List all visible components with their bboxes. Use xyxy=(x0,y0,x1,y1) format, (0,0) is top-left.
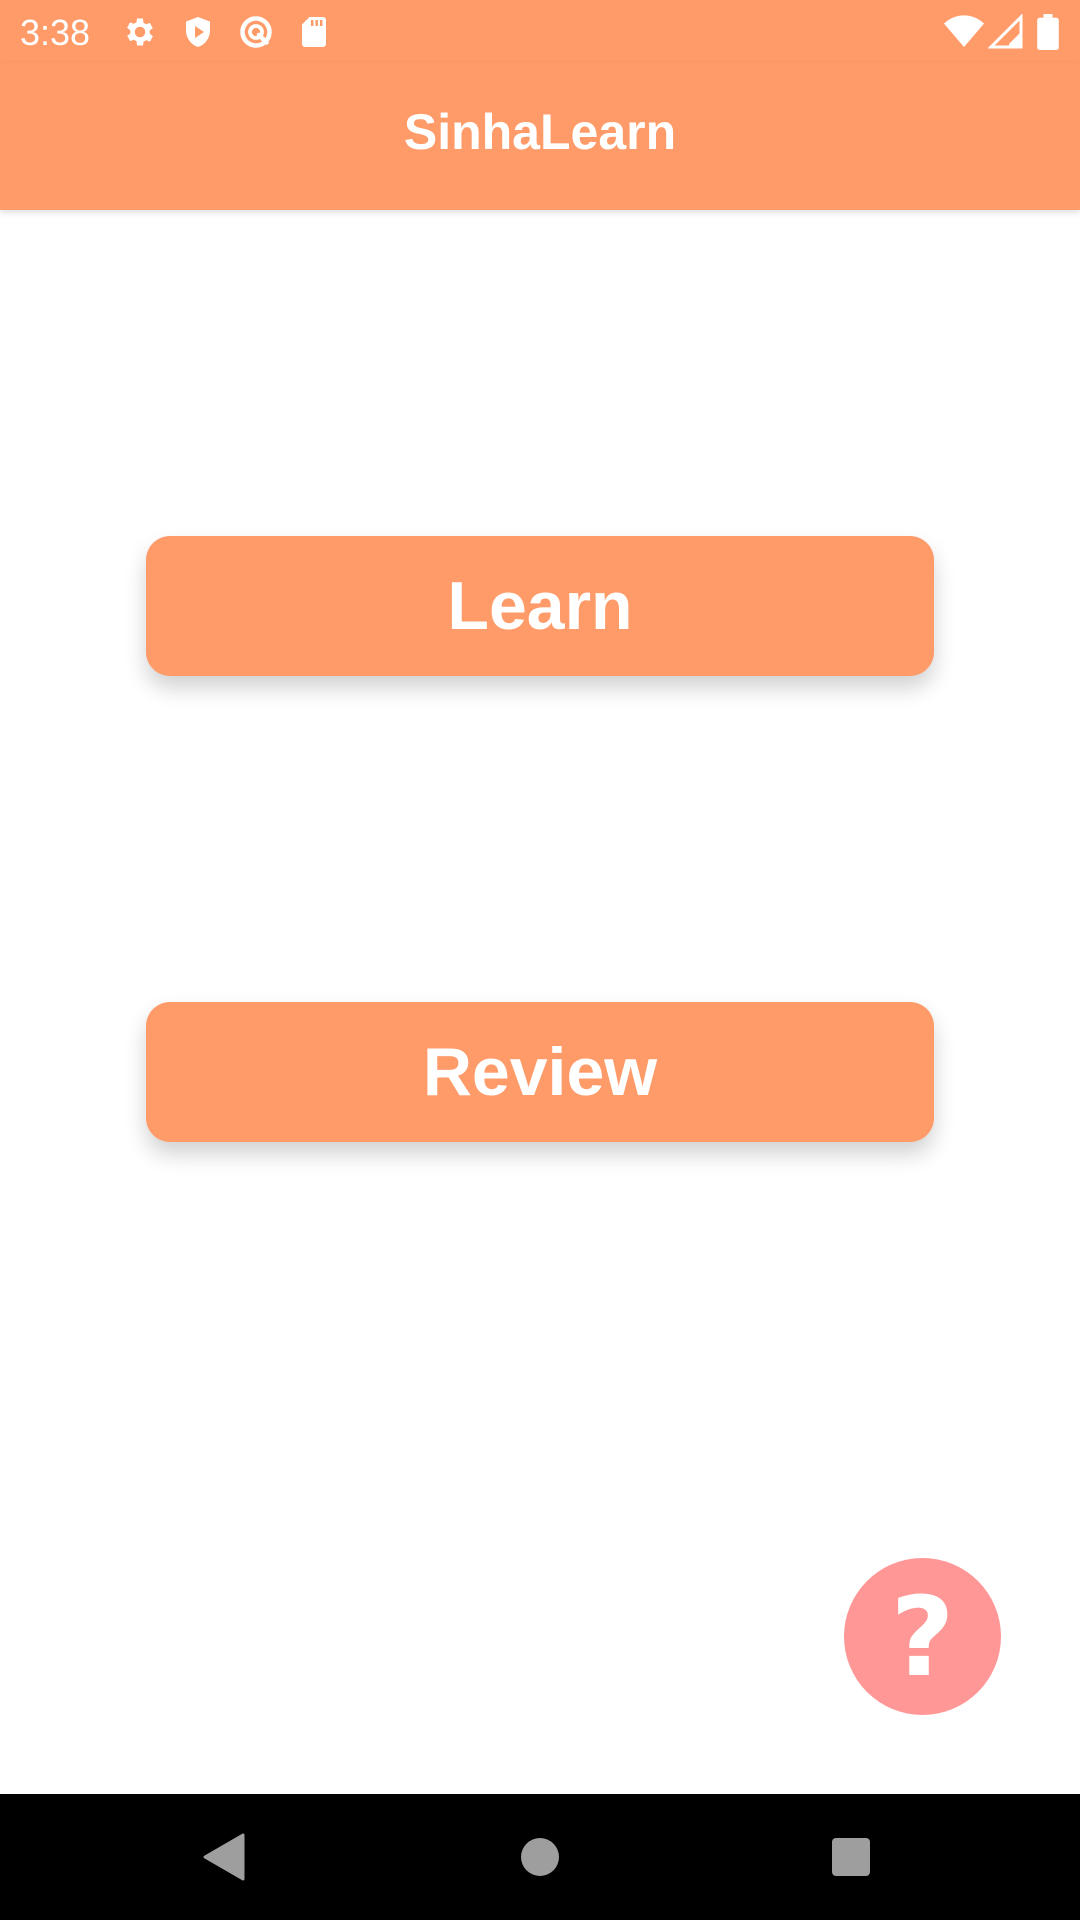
home-icon[interactable] xyxy=(507,1824,573,1890)
screen: 3:38 SinhaLearn Learn Review ? xyxy=(0,0,1080,1920)
cell-signal-icon xyxy=(987,13,1024,50)
recents-icon[interactable] xyxy=(818,1824,884,1890)
review-button-label: Review xyxy=(422,1034,658,1110)
app-title: SinhaLearn xyxy=(403,104,677,160)
help-fab-button[interactable]: ? xyxy=(844,1558,1001,1715)
learn-button-label: Learn xyxy=(447,568,633,644)
status-time: 3:38 xyxy=(20,12,91,53)
learn-button[interactable]: Learn xyxy=(146,536,934,676)
shield-play-icon xyxy=(180,14,216,50)
app-bar: SinhaLearn xyxy=(0,63,1080,210)
gear-icon xyxy=(122,14,158,50)
wifi-icon xyxy=(944,14,984,50)
status-bar: 3:38 xyxy=(0,0,1080,63)
sd-card-icon xyxy=(296,14,332,50)
sync-circle-icon xyxy=(238,14,274,50)
navigation-bar xyxy=(0,1794,1080,1920)
battery-icon xyxy=(1036,14,1060,51)
review-button[interactable]: Review xyxy=(146,1002,934,1142)
help-icon: ? xyxy=(890,1572,955,1701)
back-icon[interactable] xyxy=(192,1824,258,1890)
